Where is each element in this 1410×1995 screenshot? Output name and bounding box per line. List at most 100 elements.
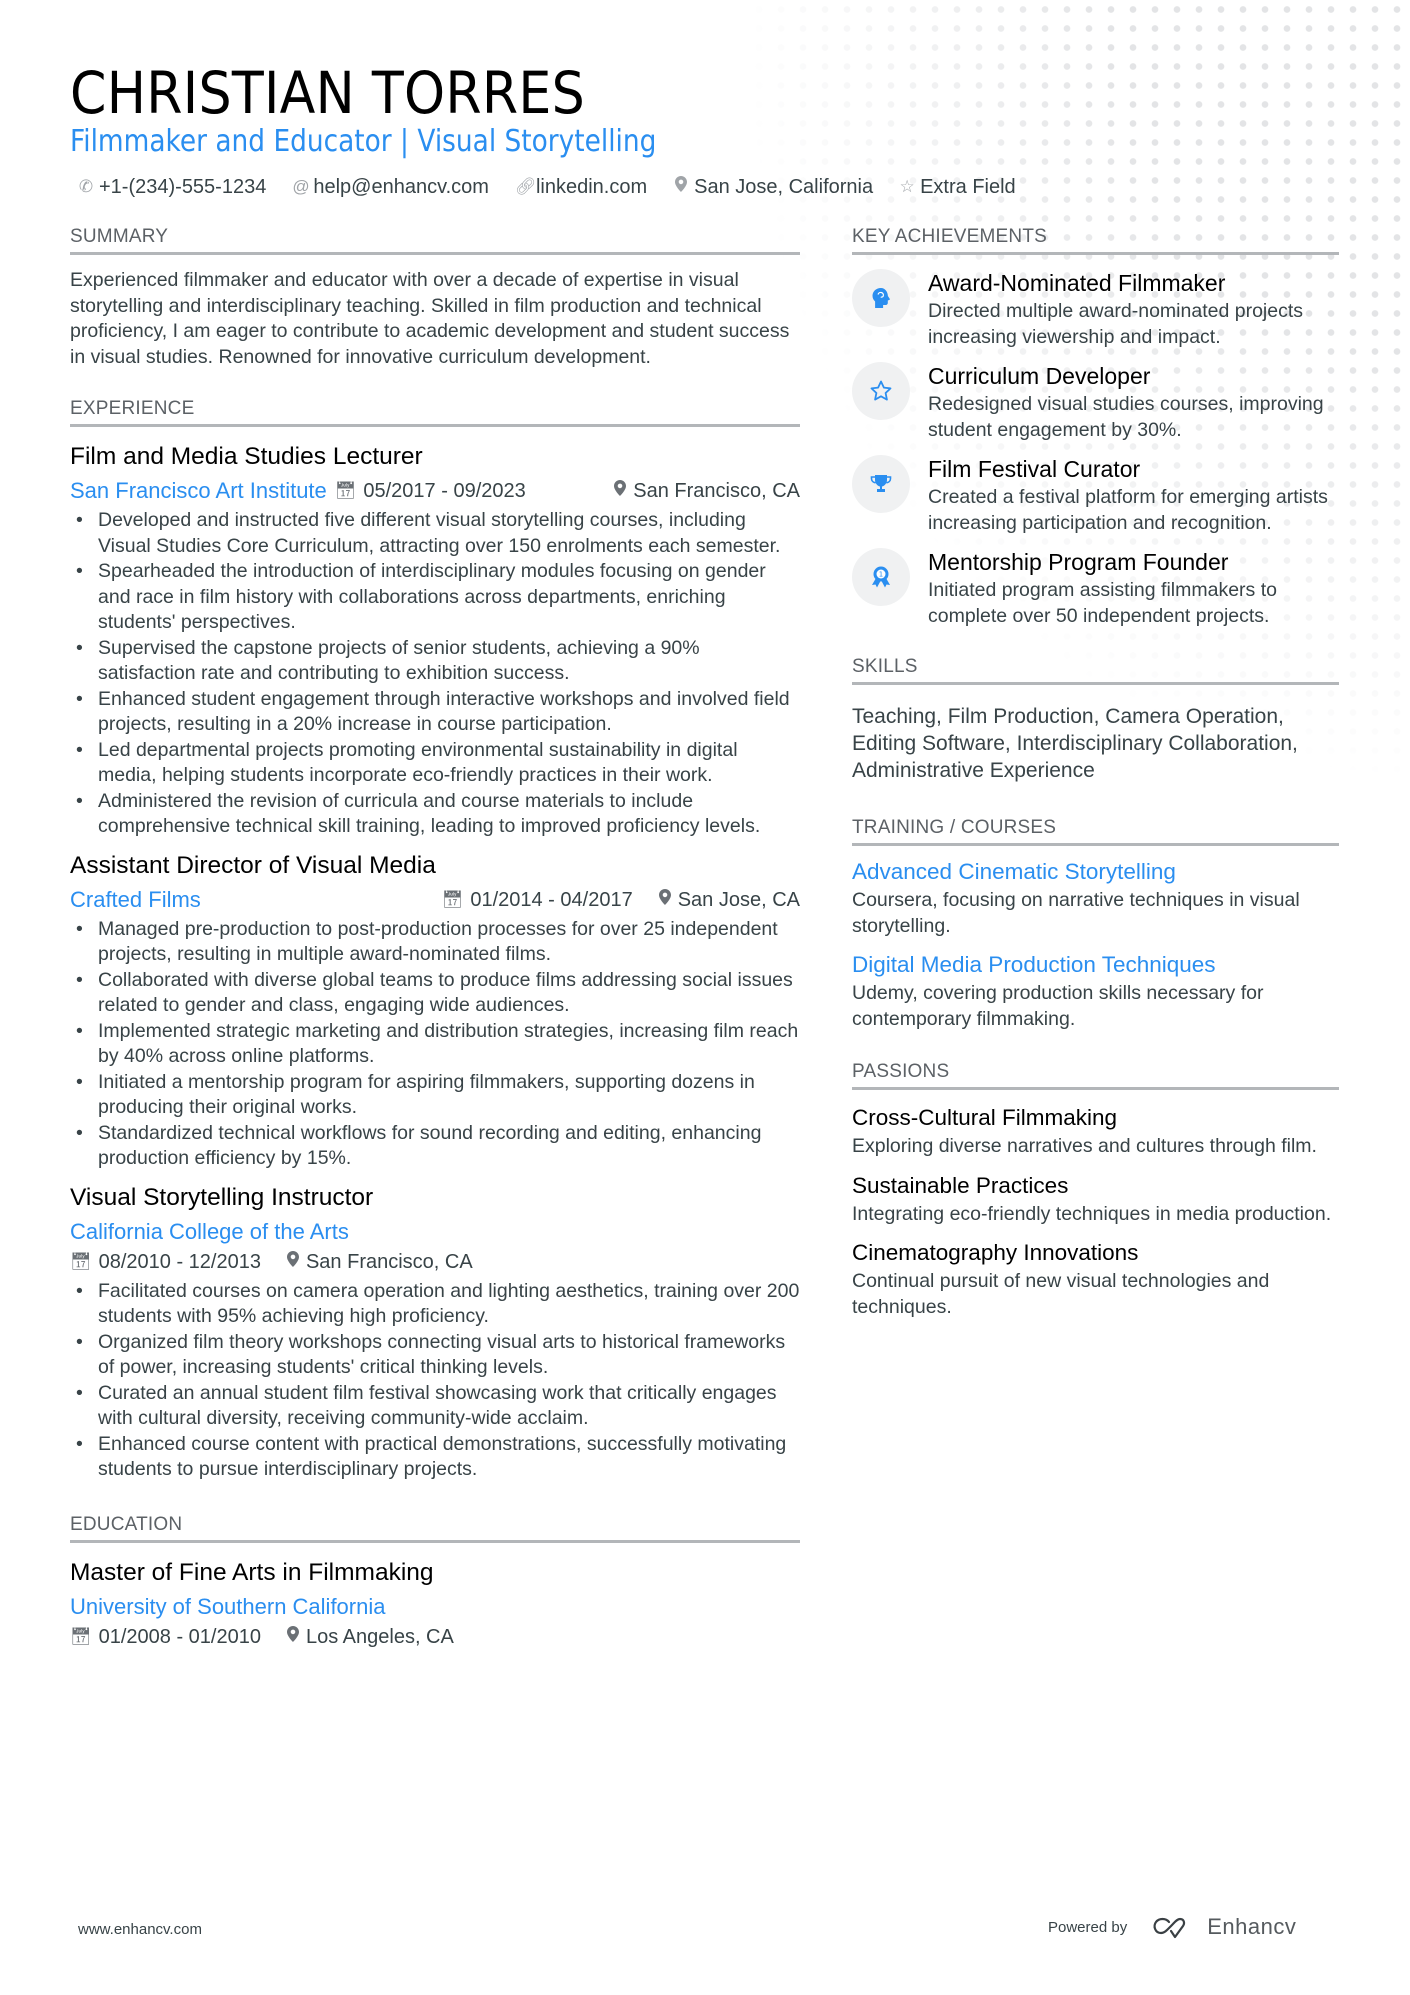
passion-desc: Integrating eco-friendly techniques in m… [852, 1202, 1332, 1225]
achievement-title: Award-Nominated Filmmaker [928, 270, 1226, 296]
calendar-icon: 📅︎ [70, 1626, 92, 1646]
experience-heading: EXPERIENCE [70, 397, 800, 427]
education-section: EDUCATION Master of Fine Arts in Filmmak… [70, 1513, 800, 1652]
job-meta: 📅︎ 08/2010 - 12/2013 San Francisco, CA [70, 1247, 800, 1277]
contact-row: ✆ +1-(234)-555-1234 @ help@enhancv.com 🔗… [78, 173, 1016, 201]
location-text: San Jose, CA [677, 888, 800, 911]
job-location: San Jose, CA [658, 885, 800, 915]
contact-phone[interactable]: ✆ +1-(234)-555-1234 [78, 173, 266, 201]
trophy-icon [852, 455, 910, 513]
svg-text:1: 1 [879, 571, 883, 579]
calendar-icon: 📅︎ [70, 1251, 92, 1271]
course-item: Digital Media Production Techniques Udem… [852, 949, 1339, 1032]
achievement-body: Curriculum Developer Redesigned visual s… [928, 360, 1339, 443]
passion-desc: Exploring diverse narratives and culture… [852, 1135, 1317, 1157]
skills-section: SKILLS Teaching, Film Production, Camera… [852, 655, 1339, 784]
location-text: Los Angeles, CA [305, 1625, 454, 1648]
passions-heading: PASSIONS [852, 1060, 1339, 1090]
passion-title: Sustainable Practices [852, 1172, 1069, 1198]
achievement-item: Award-Nominated Filmmaker Directed multi… [852, 267, 1339, 350]
link-icon: 🔗︎ [514, 177, 537, 196]
award-ribbon-icon: 1 [852, 548, 910, 606]
training-heading: TRAINING / COURSES [852, 816, 1339, 846]
job-title: Visual Storytelling Instructor [70, 1183, 374, 1211]
bullet-item: Curated an annual student film festival … [76, 1381, 800, 1432]
job-title: Assistant Director of Visual Media [70, 851, 436, 879]
location-text: San Francisco, CA [305, 1250, 473, 1273]
dates-text: 05/2017 - 09/2023 [363, 480, 526, 502]
star-icon [852, 362, 910, 420]
bullet-item: Spearheaded the introduction of interdis… [76, 559, 800, 636]
passion-item: Cinematography Innovations Continual pur… [852, 1237, 1339, 1320]
company-name[interactable]: California College of the Arts [70, 1217, 800, 1247]
footer-powered-by: Powered by Enhancv [1048, 1914, 1296, 1940]
education-heading: EDUCATION [70, 1513, 800, 1543]
achievement-title: Curriculum Developer [928, 363, 1151, 389]
contact-linkedin[interactable]: 🔗︎ linkedin.com [515, 173, 647, 201]
left-column: SUMMARY Experienced filmmaker and educat… [70, 225, 800, 1652]
achievement-item: Curriculum Developer Redesigned visual s… [852, 360, 1339, 443]
job-dates: 📅︎ 01/2014 - 04/2017 [442, 885, 633, 915]
location-value: San Jose, California [694, 176, 874, 198]
achievement-title: Film Festival Curator [928, 456, 1141, 482]
achievement-desc: Redesigned visual studies courses, impro… [928, 393, 1324, 441]
location-icon [286, 1247, 299, 1277]
job-bullets: Managed pre-production to post-productio… [70, 917, 800, 1172]
phone-value: +1-(234)-555-1234 [99, 176, 267, 198]
achievements-section: KEY ACHIEVEMENTS Award-Nominated Filmmak… [852, 225, 1339, 629]
company-name[interactable]: Crafted Films [70, 885, 201, 915]
linkedin-value: linkedin.com [535, 176, 648, 198]
bullet-item: Administered the revision of curricula a… [76, 789, 800, 840]
brand-logo[interactable]: Enhancv [1149, 1914, 1296, 1940]
at-icon: @ [292, 177, 310, 196]
candidate-name: CHRISTIAN TORRES [70, 59, 586, 127]
passion-item: Cross-Cultural Filmmaking Exploring dive… [852, 1102, 1339, 1160]
passions-section: PASSIONS Cross-Cultural Filmmaking Explo… [852, 1060, 1339, 1320]
calendar-icon: 📅︎ [334, 481, 357, 500]
achievement-body: Award-Nominated Filmmaker Directed multi… [928, 267, 1339, 350]
contact-email[interactable]: @ help@enhancv.com [292, 173, 489, 201]
company-name[interactable]: San Francisco Art Institute [70, 476, 327, 506]
contact-location: San Jose, California [673, 173, 873, 201]
bullet-item: Managed pre-production to post-productio… [76, 917, 800, 968]
job-location: San Francisco, CA [614, 476, 800, 506]
experience-entry: Visual Storytelling Instructor Californi… [70, 1182, 800, 1483]
course-item: Advanced Cinematic Storytelling Coursera… [852, 856, 1339, 939]
bullet-item: Initiated a mentorship program for aspir… [76, 1070, 800, 1121]
job-bullets: Developed and instructed five different … [70, 508, 800, 840]
star-icon: ☆ [899, 177, 915, 196]
achievement-item: 1 Mentorship Program Founder Initiated p… [852, 546, 1339, 629]
training-section: TRAINING / COURSES Advanced Cinematic St… [852, 816, 1339, 1032]
achievement-body: Film Festival Curator Created a festival… [928, 453, 1339, 536]
bullet-item: Collaborated with diverse global teams t… [76, 968, 800, 1019]
achievements-heading: KEY ACHIEVEMENTS [852, 225, 1339, 255]
phone-icon: ✆ [78, 177, 94, 196]
bullet-item: Enhanced course content with practical d… [76, 1432, 800, 1483]
brand-name: Enhancv [1207, 1914, 1297, 1939]
course-desc: Coursera, focusing on narrative techniqu… [852, 889, 1300, 937]
job-meta: San Francisco Art Institute 📅︎ 05/2017 -… [70, 476, 800, 506]
email-value: help@enhancv.com [313, 176, 489, 198]
bullet-item: Organized film theory workshops connecti… [76, 1330, 800, 1381]
job-title: Film and Media Studies Lecturer [70, 443, 423, 470]
achievement-body: Mentorship Program Founder Initiated pro… [928, 546, 1339, 629]
footer-website[interactable]: www.enhancv.com [78, 1921, 202, 1938]
skills-text: Teaching, Film Production, Camera Operat… [852, 705, 1298, 782]
bullet-item: Standardized technical workflows for sou… [76, 1121, 800, 1172]
experience-entry: Film and Media Studies Lecturer San Fran… [70, 441, 800, 840]
education-dates: 📅︎ 01/2008 - 01/2010 [70, 1622, 261, 1652]
location-icon [673, 173, 689, 201]
education-entry: Master of Fine Arts in Filmmaking Univer… [70, 1557, 800, 1652]
right-column: KEY ACHIEVEMENTS Award-Nominated Filmmak… [852, 225, 1339, 1320]
school-name[interactable]: University of Southern California [70, 1592, 800, 1622]
course-title[interactable]: Advanced Cinematic Storytelling [852, 856, 1339, 888]
dates-text: 08/2010 - 12/2013 [98, 1250, 261, 1273]
powered-by-label: Powered by [1048, 1918, 1128, 1936]
job-dates: 📅︎ 05/2017 - 09/2023 [335, 476, 526, 506]
education-location: Los Angeles, CA [286, 1622, 454, 1652]
achievement-desc: Directed multiple award-nominated projec… [928, 300, 1304, 348]
course-title[interactable]: Digital Media Production Techniques [852, 949, 1339, 981]
bullet-item: Developed and instructed five different … [76, 508, 800, 559]
passion-item: Sustainable Practices Integrating eco-fr… [852, 1170, 1339, 1228]
passion-desc: Continual pursuit of new visual technolo… [852, 1270, 1270, 1318]
